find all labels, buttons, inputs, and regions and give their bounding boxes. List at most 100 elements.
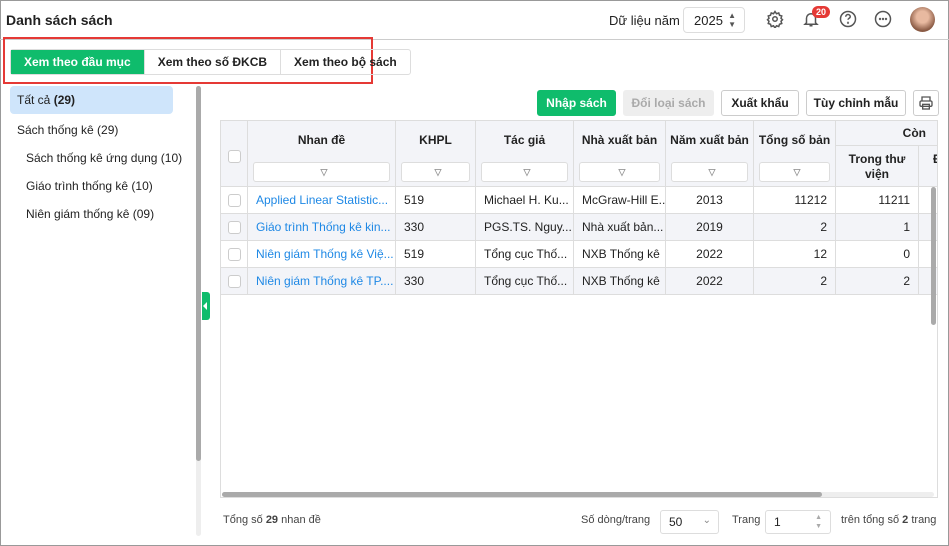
cell-year: 2013 [666,187,754,214]
cell-author: Tổng cục Thố... [476,268,574,295]
cell-khpl: 330 [396,214,476,241]
cell-title[interactable]: Niên giám Thống kê Việ... [248,241,396,268]
cell-year: 2019 [666,214,754,241]
cell-title[interactable]: Applied Linear Statistic... [248,187,396,214]
cell-khpl: 519 [396,187,476,214]
year-label: Dữ liệu năm [609,13,680,28]
table-horizontal-scrollbar[interactable] [222,492,934,497]
export-button[interactable]: Xuất khẩu [721,90,799,116]
col-khpl: KHPL ▽ [396,121,476,187]
spinner-icon: ▲ ▼ [728,11,736,29]
select-all-checkbox[interactable] [228,150,241,163]
table-row[interactable]: Niên giám Thống kê Việ... 519 Tổng cục Thố… [221,241,937,268]
year-value: 2025 [694,13,723,28]
help-icon[interactable] [838,9,858,29]
cell-total: 2 [754,214,836,241]
cell-in_library: 11211 [836,187,919,214]
import-button[interactable]: Nhập sách [537,90,616,116]
cell-total: 2 [754,268,836,295]
cell-total: 12 [754,241,836,268]
printer-icon [919,96,933,110]
sidebar-scrollbar[interactable] [196,86,201,536]
cell-title[interactable]: Giáo trình Thống kê kin... [248,214,396,241]
col-publisher-label: Nhà xuất bản [581,133,658,147]
count: (29) [53,93,76,107]
sidebar-item-statistics[interactable]: Sách thống kê (29) [10,116,190,144]
col-title: Nhan đề ▽ [248,121,396,187]
notification-badge: 20 [812,6,831,18]
cell-publisher: Nhà xuất bản... [574,214,666,241]
cell-year: 2022 [666,268,754,295]
view-tabs: Xem theo đầu mục Xem theo số ĐKCB Xem th… [10,49,411,75]
total-value: 29 [265,514,279,526]
table-vertical-scrollbar[interactable] [931,187,936,325]
row-checkbox[interactable] [228,221,241,234]
total-prefix: Tổng số [223,514,263,526]
rows-per-page-value: 50 [669,515,683,529]
tab-by-title[interactable]: Xem theo đầu mục [11,50,145,74]
cell-in_library: 0 [836,241,919,268]
print-button[interactable] [913,90,939,116]
gear-icon[interactable] [765,9,785,29]
tab-by-set[interactable]: Xem theo bộ sách [281,50,410,74]
change-type-button[interactable]: Đổi loại sách [623,90,714,116]
col-author-label: Tác giả [503,133,546,147]
cell-title[interactable]: Niên giám Thống kê TP.... [248,268,396,295]
table-row[interactable]: Giáo trình Thống kê kin... 330 PGS.TS. Ngu… [221,214,937,241]
row-select-cell [221,268,248,295]
header: Danh sách sách Dữ liệu năm 2025 ▲ ▼ 20 [0,0,949,40]
sidebar-item-textbook[interactable]: Giáo trình thống kê (10) [10,172,190,200]
page-total: trên tổng số 2 trang [841,514,936,526]
rows-per-page-select[interactable]: 50 ⌄ [660,510,719,534]
col-remaining: Còn [836,121,937,146]
row-checkbox[interactable] [228,275,241,288]
row-select-cell [221,241,248,268]
cell-author: Tổng cục Thố... [476,241,574,268]
year-select[interactable]: 2025 ▲ ▼ [683,7,745,33]
row-select-cell [221,187,248,214]
col-author: Tác giả ▽ [476,121,574,187]
filter-khpl[interactable]: ▽ [401,162,470,182]
row-select-cell [221,214,248,241]
spinner-icon: ▲ ▼ [815,514,822,530]
row-checkbox[interactable] [228,248,241,261]
page-title: Danh sách sách [6,12,113,28]
cell-publisher: McGraw-Hill E... [574,187,666,214]
label: Tất cả [17,93,51,107]
customize-button[interactable]: Tùy chỉnh mẫu [806,90,906,116]
of-prefix: trên tổng số [841,514,900,526]
total-suffix: nhan đề [281,514,321,526]
sidebar-item-yearbook[interactable]: Niên giám thống kê (09) [10,200,190,228]
cell-year: 2022 [666,241,754,268]
filter-title[interactable]: ▽ [253,162,390,182]
filter-total[interactable]: ▽ [759,162,830,182]
page-input[interactable]: 1 ▲ ▼ [765,510,831,534]
sidebar-item-applied[interactable]: Sách thống kê ứng dụng (10) [10,144,190,172]
page-label: Trang [732,514,761,526]
col-khpl-label: KHPL [419,133,452,147]
books-table: Nhan đề ▽ KHPL ▽ Tác giả ▽ Nhà xuất bản ▽ Nă… [220,120,938,498]
cell-publisher: NXB Thống kê [574,268,666,295]
table-row[interactable]: Applied Linear Statistic... 519 Michael H.… [221,187,937,214]
header-select-all [221,121,248,187]
cell-author: Michael H. Ku... [476,187,574,214]
filter-year[interactable]: ▽ [671,162,748,182]
more-icon[interactable] [873,9,893,29]
col-year-label: Năm xuất bản [670,133,749,147]
col-publisher: Nhà xuất bản ▽ [574,121,666,187]
collapse-sidebar-handle[interactable] [202,292,210,320]
cell-khpl: 519 [396,241,476,268]
category-sidebar: Tất cả (29) Sách thống kê (29) Sách thốn… [10,86,190,228]
col-total-label: Tổng số bản [758,133,831,147]
sidebar-item-all[interactable]: Tất cả (29) [10,86,173,114]
total-count: Tổng số 29 nhan đề [223,514,321,526]
tab-by-dkcb[interactable]: Xem theo số ĐKCB [145,50,282,74]
filter-publisher[interactable]: ▽ [579,162,660,182]
table-row[interactable]: Niên giám Thống kê TP.... 330 Tổng cục Thố… [221,268,937,295]
avatar[interactable] [910,7,935,32]
cell-author: PGS.TS. Nguy... [476,214,574,241]
of-suffix: trang [911,514,937,526]
row-checkbox[interactable] [228,194,241,207]
cell-publisher: NXB Thống kê [574,241,666,268]
filter-author[interactable]: ▽ [481,162,568,182]
